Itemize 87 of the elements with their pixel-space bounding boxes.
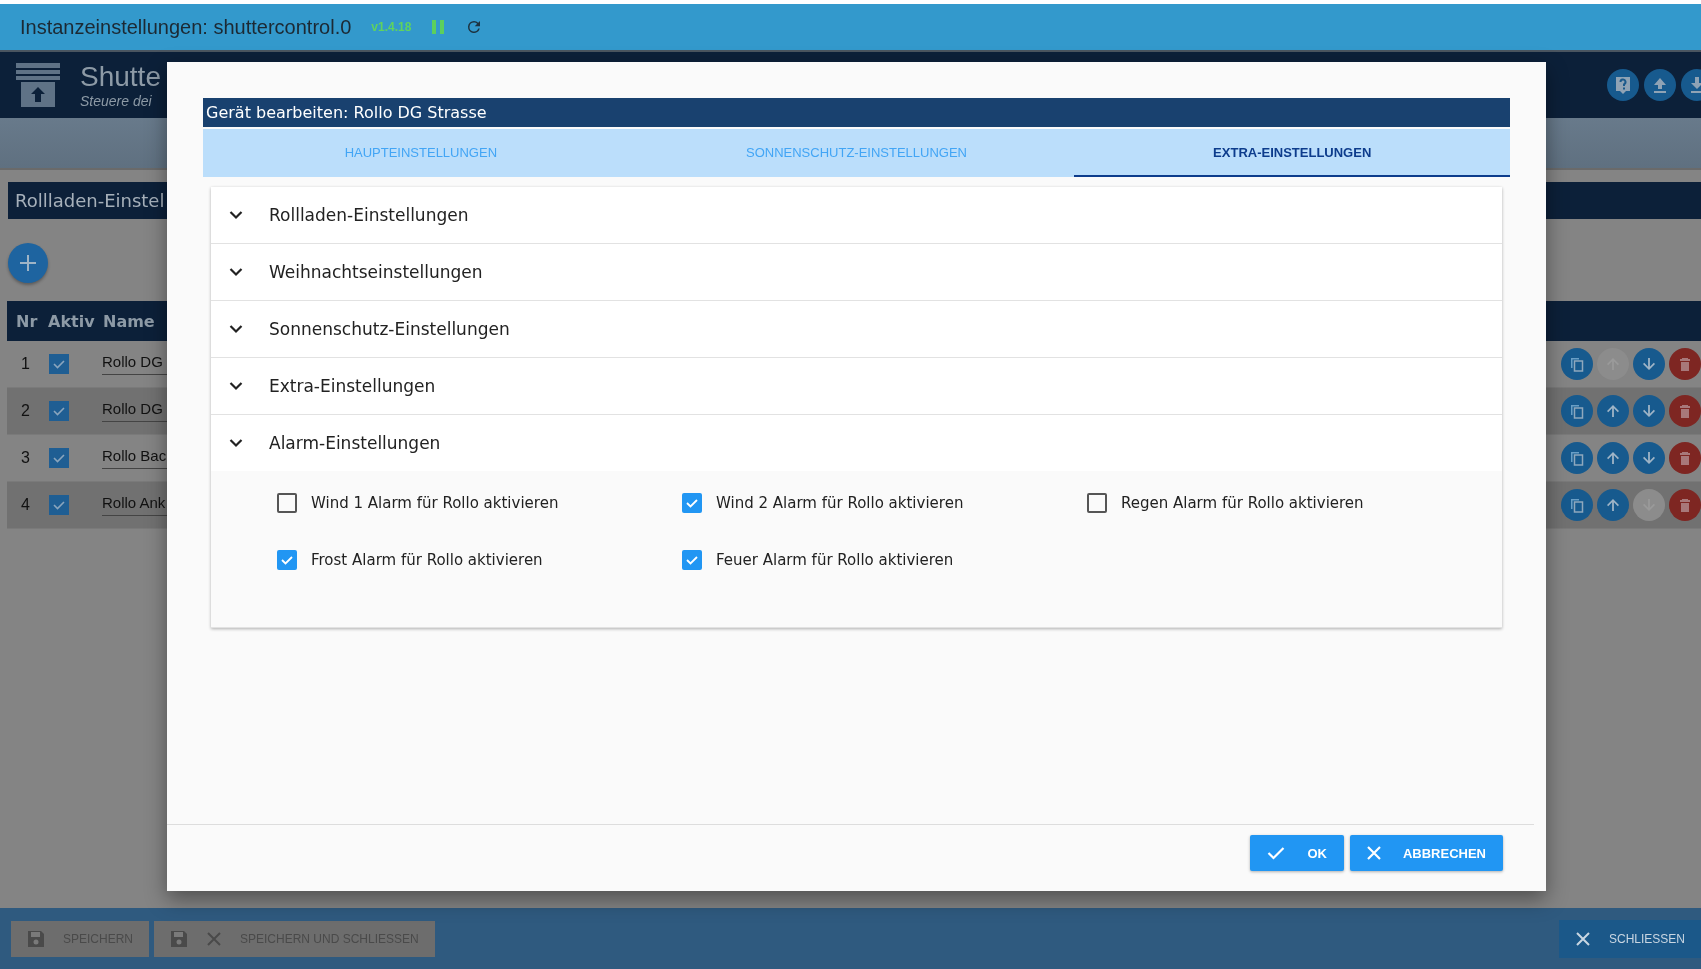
copy-icon <box>1569 356 1585 372</box>
app-subtitle: Steuere dei <box>80 93 153 109</box>
chevron-down-icon <box>229 438 243 448</box>
delete-button[interactable] <box>1669 489 1701 521</box>
version-label: v1.4.18 <box>371 20 412 34</box>
delete-button[interactable] <box>1669 348 1701 380</box>
plus-icon <box>18 253 38 273</box>
trash-icon <box>1677 497 1693 513</box>
arrow-up-icon <box>1605 497 1621 513</box>
column-header: Aktiv <box>48 311 96 331</box>
accordion-header[interactable]: Alarm-Einstellungen <box>211 415 1502 471</box>
row-number: 1 <box>20 355 31 373</box>
download-icon <box>1688 76 1701 94</box>
checkbox-label: Wind 2 Alarm für Rollo aktivieren <box>716 493 964 512</box>
check-icon <box>52 357 66 371</box>
move-down-button[interactable] <box>1633 348 1665 380</box>
copy-icon <box>1569 403 1585 419</box>
accordion-header[interactable]: Weihnachtseinstellungen <box>211 244 1502 300</box>
checkbox[interactable] <box>1087 492 1107 513</box>
check-icon <box>52 404 66 418</box>
chevron-down-icon <box>229 210 243 220</box>
upload-button[interactable] <box>1644 69 1676 101</box>
accordion-header[interactable]: Rollladen-Einstellungen <box>211 187 1502 243</box>
checkbox[interactable] <box>49 495 69 515</box>
chevron-down-icon <box>229 267 243 277</box>
copy-icon <box>1569 497 1585 513</box>
copy-button[interactable] <box>1561 442 1593 474</box>
checkbox[interactable] <box>682 549 702 570</box>
checkbox[interactable] <box>49 401 69 421</box>
close-icon <box>1366 846 1381 860</box>
trash-icon <box>1677 403 1693 419</box>
checkbox-label: Frost Alarm für Rollo aktivieren <box>311 550 543 569</box>
checkbox[interactable] <box>277 549 297 570</box>
move-up-button[interactable] <box>1597 395 1629 427</box>
move-down-button[interactable] <box>1633 489 1665 521</box>
arrow-down-icon <box>1641 356 1657 372</box>
check-icon <box>1267 846 1286 860</box>
copy-button[interactable] <box>1561 395 1593 427</box>
row-number: 2 <box>20 402 31 420</box>
row-number: 4 <box>20 496 31 514</box>
checkbox-label: Regen Alarm für Rollo aktivieren <box>1121 493 1364 512</box>
trash-icon <box>1677 356 1693 372</box>
check-icon <box>52 451 66 465</box>
move-up-button[interactable] <box>1597 489 1629 521</box>
help-icon <box>1614 76 1632 94</box>
accordion-header[interactable]: Sonnenschutz-Einstellungen <box>211 301 1502 357</box>
dialog-title: Gerät bearbeiten: Rollo DG Strasse <box>203 98 1510 127</box>
section-title: Rollladen-Einstel <box>15 190 165 211</box>
help-button[interactable] <box>1607 69 1639 101</box>
checkbox[interactable] <box>682 492 702 513</box>
move-up-button[interactable] <box>1597 442 1629 474</box>
copy-button[interactable] <box>1561 348 1593 380</box>
chevron-down-icon <box>229 324 243 334</box>
delete-button[interactable] <box>1669 395 1701 427</box>
checkbox[interactable] <box>49 354 69 374</box>
checkbox-label: Feuer Alarm für Rollo aktivieren <box>716 550 954 569</box>
pause-icon[interactable] <box>431 19 446 35</box>
window-title: Instanzeinstellungen: shuttercontrol.0 <box>20 15 352 39</box>
checkbox-label: Wind 1 Alarm für Rollo aktivieren <box>311 493 559 512</box>
ok-button[interactable]: OK <box>1250 835 1344 871</box>
add-button[interactable] <box>8 243 48 283</box>
column-header: Nr <box>15 311 39 331</box>
accordion-header[interactable]: Extra-Einstellungen <box>211 358 1502 414</box>
shutter-logo-icon <box>14 61 62 109</box>
close-button[interactable]: SCHLIESSEN <box>1558 919 1701 958</box>
check-icon <box>52 498 66 512</box>
arrow-up-icon <box>1605 450 1621 466</box>
arrow-up-icon <box>1605 403 1621 419</box>
app-title: Shutte <box>80 61 161 93</box>
column-header: Name <box>103 311 155 331</box>
close-icon <box>206 930 222 947</box>
close-icon <box>1574 930 1591 947</box>
copy-button[interactable] <box>1561 489 1593 521</box>
copy-icon <box>1569 450 1585 466</box>
arrow-down-icon <box>1641 403 1657 419</box>
delete-button[interactable] <box>1669 442 1701 474</box>
cancel-button[interactable]: ABBRECHEN <box>1349 835 1503 871</box>
arrow-down-icon <box>1641 450 1657 466</box>
checkbox[interactable] <box>277 492 297 513</box>
trash-icon <box>1677 450 1693 466</box>
checkbox[interactable] <box>49 448 69 468</box>
row-number: 3 <box>20 449 31 467</box>
tab[interactable]: EXTRA-EINSTELLUNGEN <box>1074 129 1510 177</box>
chevron-down-icon <box>229 381 243 391</box>
move-down-button[interactable] <box>1633 395 1665 427</box>
upload-icon <box>1651 76 1669 94</box>
move-down-button[interactable] <box>1633 442 1665 474</box>
